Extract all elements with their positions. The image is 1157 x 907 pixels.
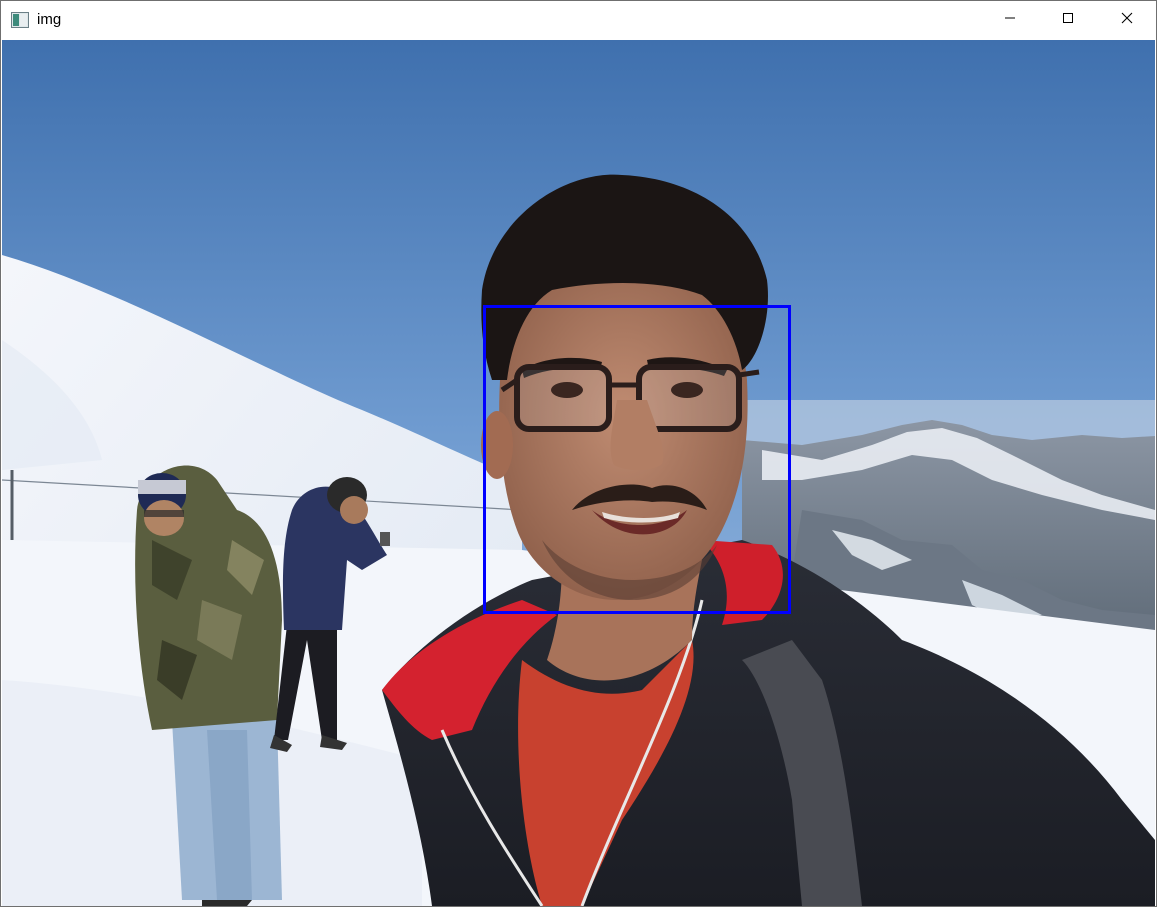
close-icon bbox=[1121, 11, 1133, 29]
maximize-button[interactable] bbox=[1039, 1, 1097, 39]
face-detection-box bbox=[483, 305, 791, 614]
window-title: img bbox=[37, 11, 62, 28]
minimize-button[interactable] bbox=[981, 1, 1039, 39]
image-canvas bbox=[2, 40, 1155, 906]
image-viewer-window: img bbox=[0, 0, 1157, 907]
minimize-icon bbox=[1004, 11, 1016, 29]
title-bar[interactable]: img bbox=[1, 1, 1156, 39]
maximize-icon bbox=[1062, 11, 1074, 29]
close-button[interactable] bbox=[1098, 1, 1156, 39]
image-window-icon bbox=[11, 12, 29, 33]
